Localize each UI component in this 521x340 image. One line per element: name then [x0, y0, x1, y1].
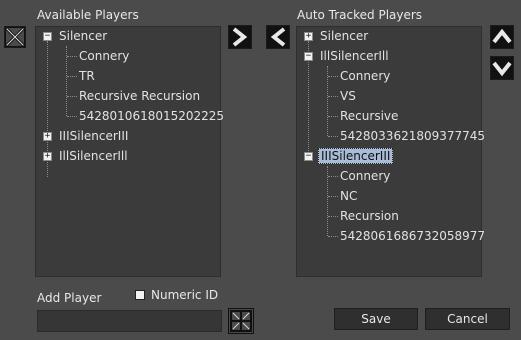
tree-item-label: Recursive: [340, 109, 399, 123]
numeric-id-label: Numeric ID: [151, 288, 219, 302]
tree-guide: [328, 136, 338, 137]
tree-item-label: IllSilencerIll: [59, 149, 128, 163]
tree-item-connery[interactable]: Connery: [79, 47, 129, 65]
expand-illsilencerill-toggle[interactable]: +: [43, 152, 52, 161]
tree-item-connery[interactable]: Connery: [340, 167, 390, 185]
available-players-title: Available Players: [37, 8, 139, 22]
tree-item-label: TR: [79, 69, 95, 83]
tree-item-illsilencerill[interactable]: IllSilencerIll: [320, 47, 389, 65]
tree-guide: [328, 116, 338, 117]
tree-guide: [328, 216, 338, 217]
tree-item-label: Connery: [340, 169, 391, 183]
chevron-up-icon: [492, 28, 512, 44]
save-button[interactable]: Save: [334, 308, 418, 330]
move-down-button[interactable]: [490, 56, 514, 80]
add-player-label: Add Player: [37, 291, 102, 305]
move-up-button[interactable]: [490, 25, 514, 49]
tree-item-silencer[interactable]: Silencer: [59, 27, 107, 45]
tree-item-label: IllSilencerIll: [320, 49, 389, 63]
tree-item-label: Connery: [79, 49, 130, 63]
tree-item-label: Recursive Recursion: [79, 89, 201, 103]
tree-item-silencer[interactable]: Silencer: [320, 27, 368, 45]
move-to-available-button[interactable]: [266, 25, 290, 49]
grid-button[interactable]: [228, 308, 254, 334]
add-player-input[interactable]: [37, 310, 222, 332]
tree-item-iiisilenceriii-selected[interactable]: IIISilencerIII: [318, 147, 394, 165]
tree-item-iiisilenceriii[interactable]: IIISilencerIII: [59, 127, 128, 145]
tree-guide: [328, 196, 338, 197]
tree-guide: [328, 236, 338, 237]
tree-item-label: VS: [340, 89, 356, 103]
available-players-tree[interactable]: − Silencer Connery TR Recursive Recursio…: [35, 26, 224, 277]
tree-guide: [67, 116, 77, 117]
tree-item-recursion[interactable]: Recursion: [340, 207, 399, 225]
tree-item-label: IIISilencerIII: [318, 148, 394, 164]
numeric-id-checkbox[interactable]: [135, 290, 145, 300]
tree-guide: [67, 56, 77, 57]
expand-silencer-toggle[interactable]: −: [43, 32, 52, 41]
tree-item-label: 5428033621809377745: [340, 129, 486, 143]
tree-item-label: Connery: [340, 69, 391, 83]
tree-item-id[interactable]: 5428061686732058977: [340, 227, 485, 245]
auto-tracked-players-tree[interactable]: + Silencer − IllSilencerIll Connery VS R…: [296, 26, 485, 277]
tree-item-id[interactable]: 5428033621809377745: [340, 127, 485, 145]
tree-item-nc[interactable]: NC: [340, 187, 357, 205]
tree-item-vs[interactable]: VS: [340, 87, 356, 105]
clear-button[interactable]: [4, 26, 26, 48]
tree-item-label: 5428010618015202225: [79, 109, 225, 123]
chevron-left-icon: [270, 27, 286, 47]
expand-iiisilenceriii-toggle[interactable]: +: [43, 132, 52, 141]
tree-item-label: Silencer: [320, 29, 369, 43]
expand-silencer-toggle[interactable]: +: [304, 32, 313, 41]
tree-item-recursive-recursion[interactable]: Recursive Recursion: [79, 87, 200, 105]
tree-item-recursive[interactable]: Recursive: [340, 107, 398, 125]
tree-item-tr[interactable]: TR: [79, 67, 95, 85]
tree-item-label: Silencer: [59, 29, 108, 43]
tree-guide: [328, 96, 338, 97]
tree-item-illsilencerill[interactable]: IllSilencerIll: [59, 147, 128, 165]
expand-illsilencerill-toggle[interactable]: −: [304, 52, 313, 61]
clear-x-icon: [5, 27, 25, 47]
tree-item-connery[interactable]: Connery: [340, 67, 390, 85]
move-to-tracked-button[interactable]: [228, 25, 252, 49]
tree-guide: [67, 76, 77, 77]
chevron-down-icon: [492, 61, 512, 77]
tree-item-label: NC: [340, 189, 358, 203]
tree-guide: [328, 176, 338, 177]
auto-tracked-players-title: Auto Tracked Players: [297, 8, 423, 22]
tree-guide: [67, 96, 77, 97]
tree-item-id[interactable]: 5428010618015202225: [79, 107, 224, 125]
tree-guide: [328, 76, 338, 77]
cancel-button[interactable]: Cancel: [425, 308, 510, 330]
tree-item-label: IIISilencerIII: [59, 129, 129, 143]
chevron-right-icon: [232, 27, 248, 47]
grid-icon: [230, 310, 252, 332]
expand-iiisilenceriii-toggle[interactable]: −: [304, 152, 313, 161]
tree-item-label: 5428061686732058977: [340, 229, 486, 243]
tree-item-label: Recursion: [340, 209, 399, 223]
